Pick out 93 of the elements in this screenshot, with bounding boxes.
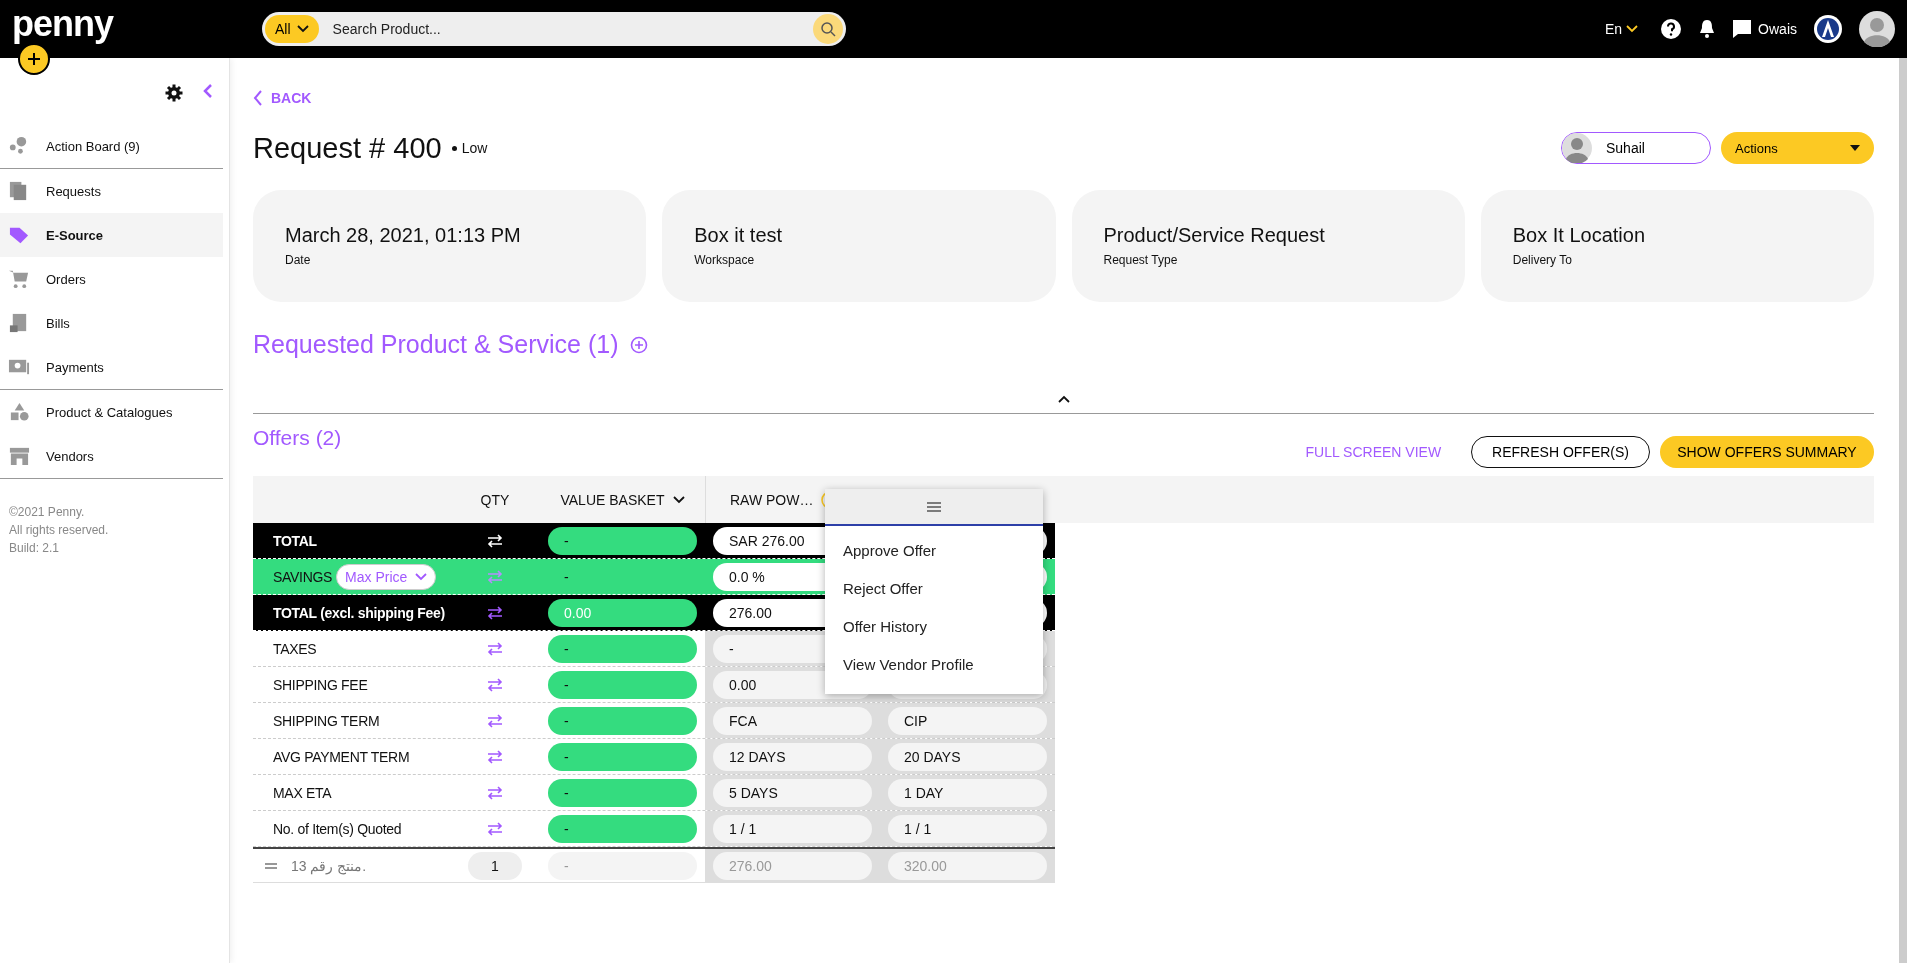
- card-value: March 28, 2021, 01:13 PM: [285, 224, 522, 247]
- value-pill: 276.00: [713, 851, 872, 880]
- sidebar-item[interactable]: Payments: [0, 345, 223, 389]
- value-pill: 20 DAYS: [888, 742, 1047, 771]
- sidebar-item[interactable]: E-Source: [0, 213, 223, 257]
- row-label: TAXES: [273, 640, 317, 657]
- search-button[interactable]: [813, 14, 843, 44]
- card-label: Delivery To: [1512, 253, 1573, 267]
- value-pill: -: [548, 814, 697, 843]
- language-selector[interactable]: En: [1598, 20, 1645, 38]
- row-label: AVG PAYMENT TERM: [273, 748, 410, 765]
- row-label: No. of Item(s) Quoted: [273, 820, 402, 837]
- footer-text: ©2021 Penny.: [9, 504, 86, 521]
- filter-dropdown[interactable]: All: [265, 15, 319, 43]
- value-pill: 1 DAY: [888, 778, 1047, 807]
- avatar[interactable]: [1859, 11, 1895, 47]
- chevron-down-icon: [415, 572, 428, 581]
- search-icon: [820, 21, 836, 37]
- collapse-chevron-icon[interactable]: [1057, 395, 1070, 403]
- summary-button[interactable]: SHOW OFFERS SUMMARY: [1660, 436, 1874, 468]
- settings-icon[interactable]: [165, 84, 183, 102]
- bell-icon[interactable]: [1698, 19, 1717, 39]
- chevron-down-icon: [1626, 25, 1639, 33]
- add-circle-icon[interactable]: [630, 335, 649, 354]
- column-header: QTY: [479, 490, 511, 510]
- value-pill: -: [548, 742, 697, 771]
- section-title: Requested Product & Service (1): [253, 330, 619, 359]
- caret-icon: [1850, 145, 1860, 151]
- card-label: Date: [285, 253, 312, 267]
- value-pill: 1 / 1: [888, 814, 1047, 843]
- sidebar-item[interactable]: Action Board (9): [0, 124, 223, 168]
- column-header[interactable]: VALUE BASKET: [540, 476, 705, 523]
- card-value: Box It Location: [1512, 224, 1647, 247]
- section-title: Offers (2): [253, 426, 342, 450]
- company-logo-icon: [1813, 14, 1843, 44]
- card-label: Workspace: [694, 253, 756, 267]
- page-title: Request # 400: [253, 131, 442, 165]
- value-pill: -: [548, 706, 697, 735]
- row-label: SAVINGS: [273, 568, 333, 585]
- sidebar-item[interactable]: Vendors: [0, 434, 223, 478]
- chevron-down-icon: [672, 495, 685, 504]
- back-chevron-icon: [253, 90, 263, 106]
- add-button[interactable]: [18, 43, 50, 75]
- store-icon: [8, 445, 30, 467]
- value-pill: -: [548, 526, 697, 555]
- actions-dropdown[interactable]: Actions: [1721, 132, 1874, 164]
- collapse-icon[interactable]: [203, 84, 213, 98]
- avatar: [1562, 133, 1592, 163]
- value-pill: 320.00: [888, 851, 1047, 880]
- search-field[interactable]: All Search Product...: [262, 12, 846, 46]
- value-pill: -: [548, 634, 697, 663]
- back-link[interactable]: BACK: [253, 90, 1874, 106]
- chevron-down-icon: [296, 25, 309, 33]
- row-label: TOTAL (excl. shipping Fee): [273, 604, 445, 621]
- card-label: Request Type: [1103, 253, 1179, 267]
- row-label: SHIPPING FEE: [273, 676, 368, 693]
- sidebar-item[interactable]: Requests: [0, 169, 223, 213]
- value-pill: 0.00: [548, 598, 697, 627]
- value-pill: 12 DAYS: [713, 742, 872, 771]
- menu-icon: [927, 501, 941, 512]
- refresh-button[interactable]: REFRESH OFFER(S): [1471, 436, 1650, 468]
- help-icon[interactable]: [1660, 18, 1683, 40]
- priority-label: Low: [451, 140, 488, 156]
- value-pill: 5 DAYS: [713, 778, 872, 807]
- quantity-pill: 1: [468, 851, 522, 880]
- value-pill: -: [548, 670, 697, 699]
- item-name: منتج رقم 13.: [291, 857, 367, 874]
- plus-icon: [27, 52, 41, 66]
- value-pill: FCA: [713, 706, 872, 735]
- card-value: Product/Service Request: [1103, 224, 1326, 247]
- assignee-selector[interactable]: Suhail: [1561, 132, 1711, 164]
- sidebar-item[interactable]: Bills: [0, 301, 223, 345]
- table-cell-text: -: [563, 567, 570, 587]
- card-value: Box it test: [694, 224, 784, 247]
- sidebar-item[interactable]: Product & Catalogues: [0, 390, 223, 434]
- price-dropdown[interactable]: Max Price: [336, 563, 437, 590]
- chat-icon[interactable]: [1732, 19, 1753, 39]
- cart-icon: [8, 268, 30, 290]
- logo: penny: [12, 3, 115, 45]
- row-label: TOTAL: [273, 532, 317, 549]
- value-pill: -: [548, 778, 697, 807]
- value-pill: CIP: [888, 706, 1047, 735]
- full-screen-link[interactable]: FULL SCREEN VIEW: [1305, 444, 1442, 460]
- value-pill: -: [548, 851, 697, 880]
- value-pill: 1 / 1: [713, 814, 872, 843]
- footer-text: Build: 2.1: [9, 540, 61, 557]
- shapes-icon: [8, 401, 30, 423]
- user-name: Owais: [1758, 21, 1797, 37]
- sidebar-item[interactable]: Orders: [0, 257, 223, 301]
- row-label: SHIPPING TERM: [273, 712, 380, 729]
- row-label: MAX ETA: [273, 784, 332, 801]
- footer-text: All rights reserved.: [9, 522, 110, 539]
- drag-handle-icon[interactable]: [265, 862, 277, 869]
